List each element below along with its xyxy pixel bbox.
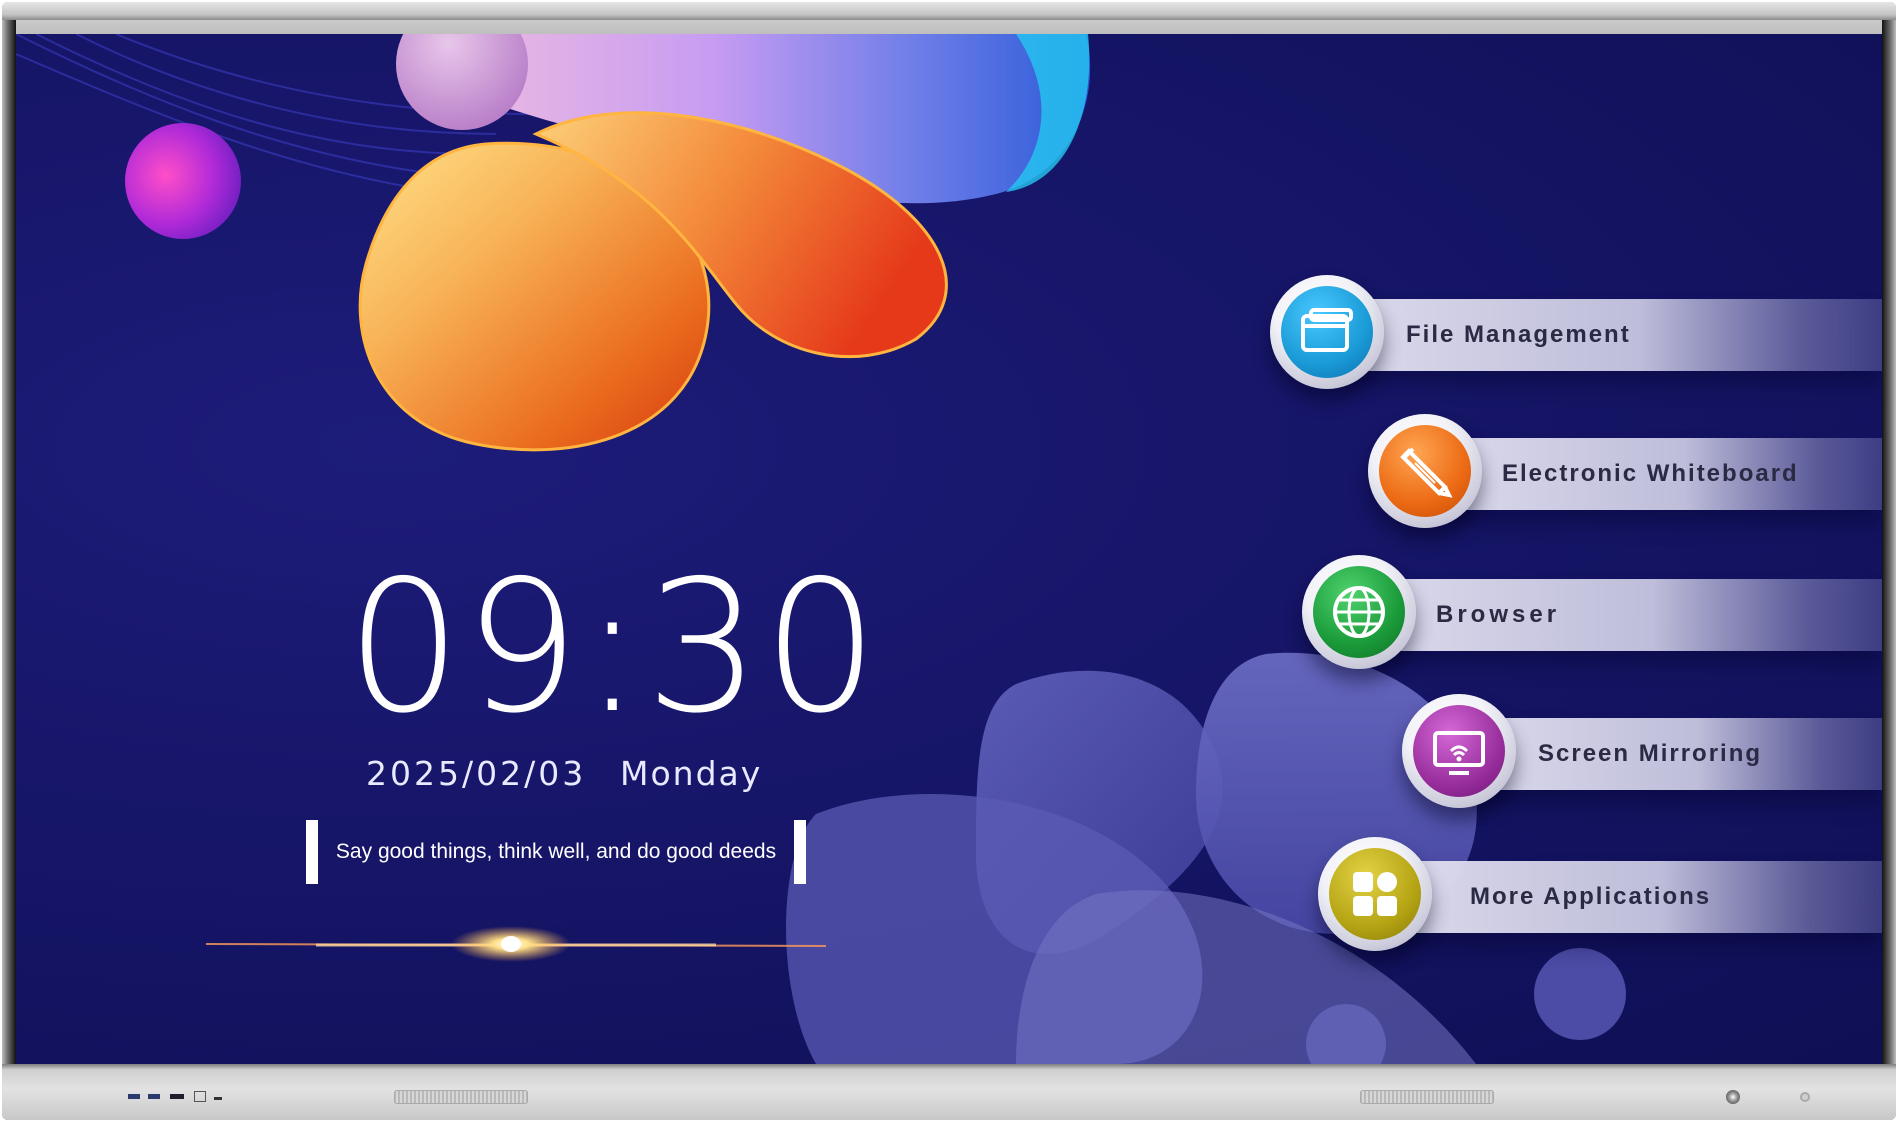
daily-quote: Say good things, think well, and do good…	[306, 820, 806, 884]
app-label: File Management	[1406, 321, 1631, 348]
app-icon-orb	[1318, 837, 1432, 951]
app-icon-orb	[1270, 275, 1384, 389]
folder-window-icon	[1281, 286, 1373, 378]
quote-bracket-left	[306, 820, 318, 884]
bezel-bottom-bar	[2, 1064, 1896, 1120]
sensor-slot	[214, 1097, 222, 1100]
bezel-right-edge	[1882, 20, 1896, 1064]
globe-icon	[1313, 566, 1405, 658]
app-label: Screen Mirroring	[1538, 740, 1763, 767]
app-label: Electronic Whiteboard	[1502, 460, 1799, 487]
speaker-grille-right	[1360, 1090, 1494, 1104]
home-screen: 09:30 2025/02/03 Monday Say good things,…	[16, 34, 1882, 1064]
app-icon-orb	[1402, 694, 1516, 808]
clock-time: 09:30	[346, 541, 881, 753]
app-more-applications[interactable]: More Applications	[1318, 837, 1882, 951]
clock-date: 2025/02/03	[366, 754, 587, 793]
app-icon-orb	[1302, 555, 1416, 669]
cast-screen-icon	[1413, 705, 1505, 797]
quote-text: Say good things, think well, and do good…	[335, 840, 777, 863]
app-grid-icon	[1329, 848, 1421, 940]
power-button[interactable]	[1726, 1090, 1740, 1104]
app-label: Browser	[1436, 601, 1561, 628]
interactive-display: 09:30 2025/02/03 Monday Say good things,…	[0, 0, 1898, 1122]
pencil-icon	[1379, 425, 1471, 517]
app-icon-orb	[1368, 414, 1482, 528]
usb-port[interactable]	[128, 1094, 140, 1099]
bezel-top-strip	[2, 2, 1896, 20]
app-label: More Applications	[1470, 883, 1712, 910]
light-sensor	[1800, 1092, 1810, 1102]
bezel-left-edge	[2, 20, 16, 1064]
app-file-management[interactable]: File Management	[1270, 275, 1882, 389]
clock-weekday: Monday	[620, 754, 763, 793]
app-browser[interactable]: Browser	[1302, 555, 1882, 669]
app-screen-mirroring[interactable]: Screen Mirroring	[1402, 694, 1882, 808]
hdmi-port[interactable]	[170, 1094, 184, 1099]
speaker-grille-left	[394, 1090, 528, 1104]
app-electronic-whiteboard[interactable]: Electronic Whiteboard	[1368, 414, 1882, 528]
typec-port[interactable]	[194, 1091, 206, 1102]
usb-port[interactable]	[148, 1094, 160, 1099]
quote-bracket-right	[794, 820, 806, 884]
